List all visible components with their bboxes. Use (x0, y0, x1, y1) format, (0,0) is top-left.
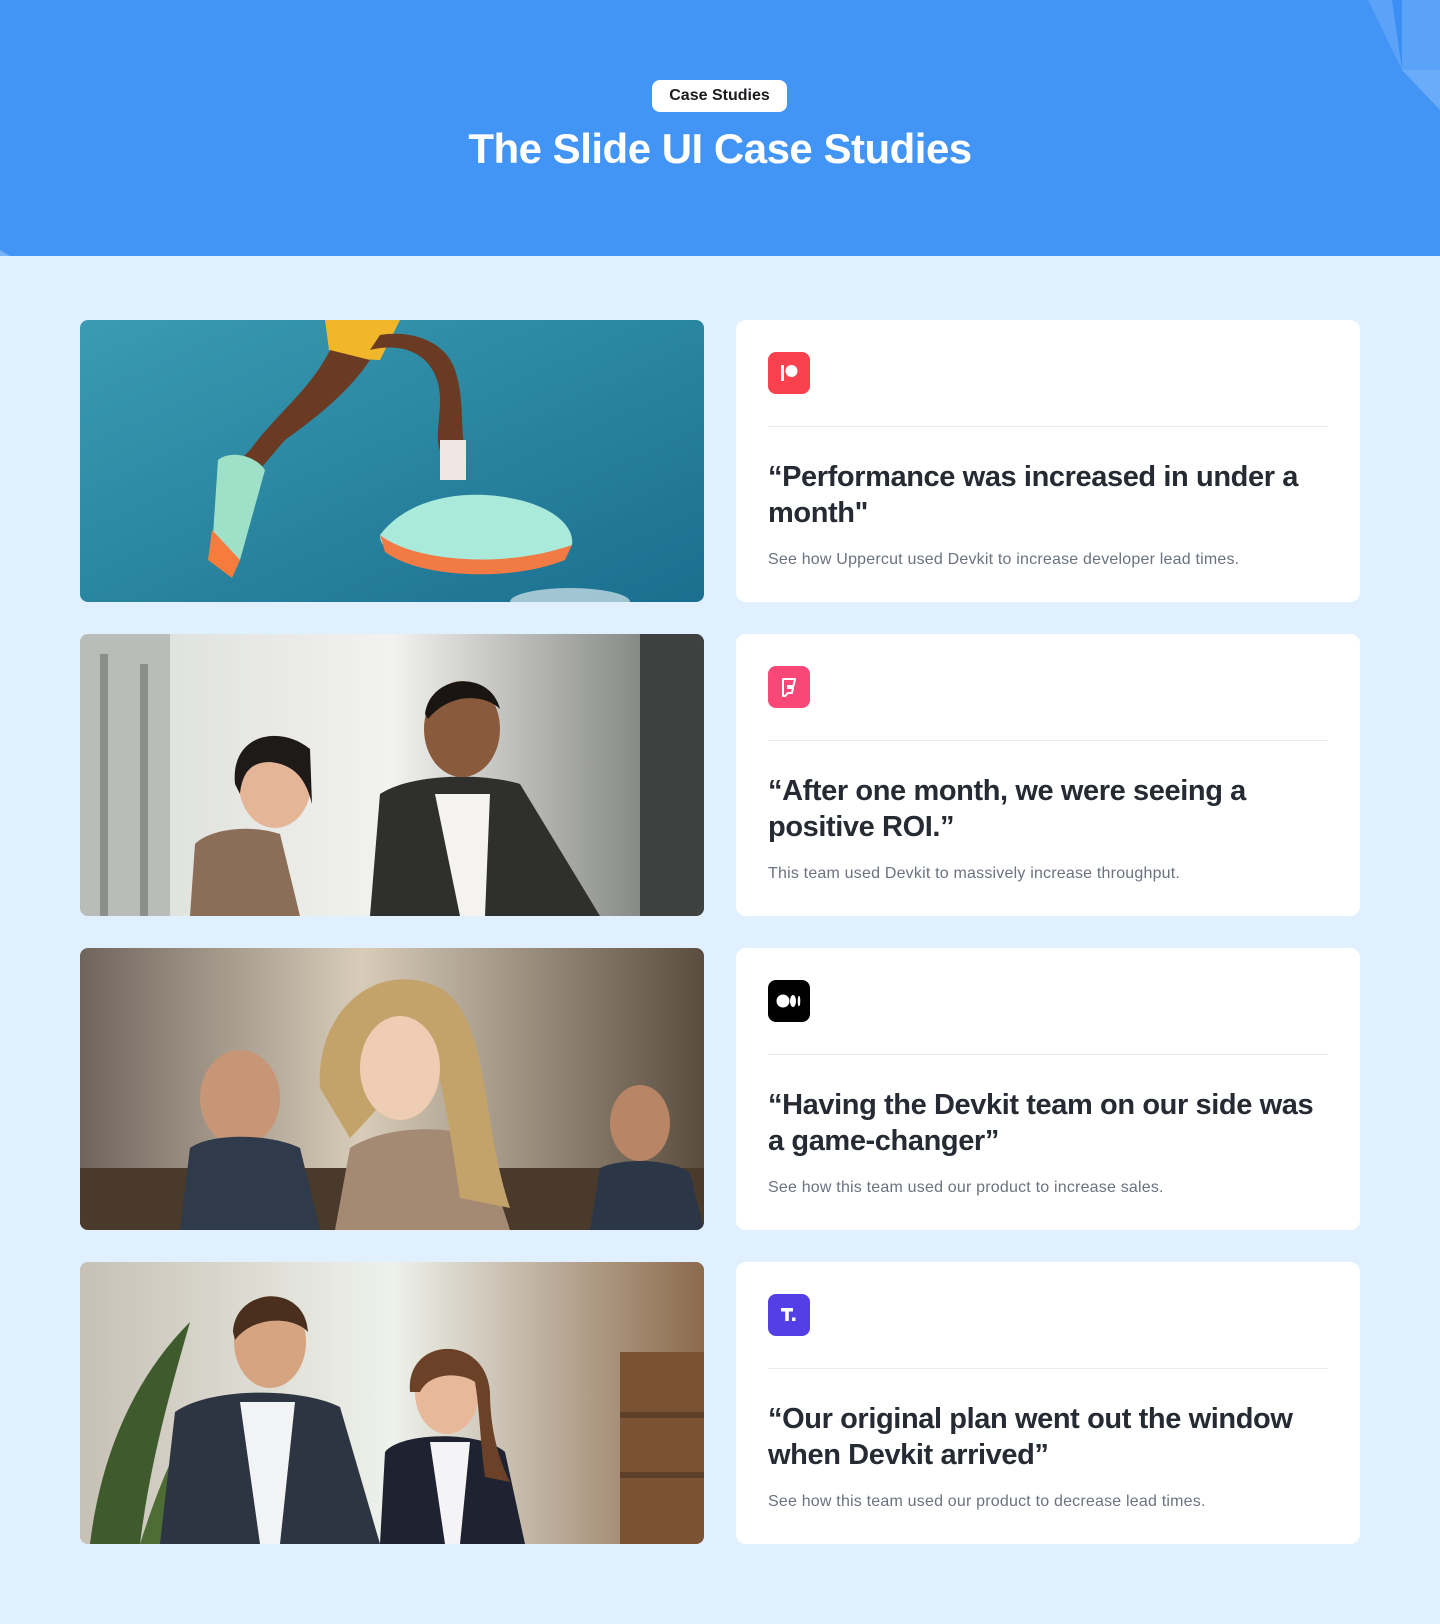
business-couple-office-photo[interactable] (80, 1262, 704, 1544)
case-study-card[interactable]: “Having the Devkit team on our side was … (736, 948, 1360, 1230)
case-study-row[interactable]: “Performance was increased in under a mo… (80, 320, 1360, 602)
page-title: The Slide UI Case Studies (468, 125, 972, 172)
case-study-description: See how this team used our product to in… (768, 1179, 1164, 1196)
case-study-row[interactable]: “Our original plan went out the window w… (80, 1262, 1360, 1544)
case-study-row[interactable]: “After one month, we were seeing a posit… (80, 634, 1360, 916)
patreon-logo-icon (768, 352, 810, 394)
hero-section: Case Studies The Slide UI Case Studies (0, 0, 1440, 256)
case-study-description: See how Uppercut used Devkit to increase… (768, 551, 1240, 568)
decorative-shape-icon (1368, 0, 1440, 110)
decorative-corner-icon (0, 250, 10, 256)
foursquare-logo-icon (768, 666, 810, 708)
case-study-list: “Performance was increased in under a mo… (80, 320, 1360, 1576)
case-study-card[interactable]: “Our original plan went out the window w… (736, 1262, 1360, 1544)
case-study-description: This team used Devkit to massively incre… (768, 865, 1181, 882)
student-classroom-photo[interactable] (80, 948, 704, 1230)
case-study-card[interactable]: “Performance was increased in under a mo… (736, 320, 1360, 602)
case-study-quote: “Our original plan went out the window w… (768, 1403, 1293, 1471)
case-study-card[interactable]: “After one month, we were seeing a posit… (736, 634, 1360, 916)
card-divider (768, 1054, 1328, 1055)
case-study-quote: “Performance was increased in under a mo… (768, 461, 1298, 529)
two-colleagues-office-photo[interactable] (80, 634, 704, 916)
case-study-row[interactable]: “Having the Devkit team on our side was … (80, 948, 1360, 1230)
case-study-description: See how this team used our product to de… (768, 1493, 1206, 1510)
runner-legs-sneakers-photo[interactable] (80, 320, 704, 602)
card-divider (768, 1368, 1328, 1369)
card-divider (768, 740, 1328, 741)
card-divider (768, 426, 1328, 427)
medium-logo-icon (768, 980, 810, 1022)
typeform-logo-icon (768, 1294, 810, 1336)
case-studies-badge: Case Studies (652, 80, 787, 112)
case-study-quote: “Having the Devkit team on our side was … (768, 1089, 1314, 1157)
case-study-quote: “After one month, we were seeing a posit… (768, 775, 1246, 843)
